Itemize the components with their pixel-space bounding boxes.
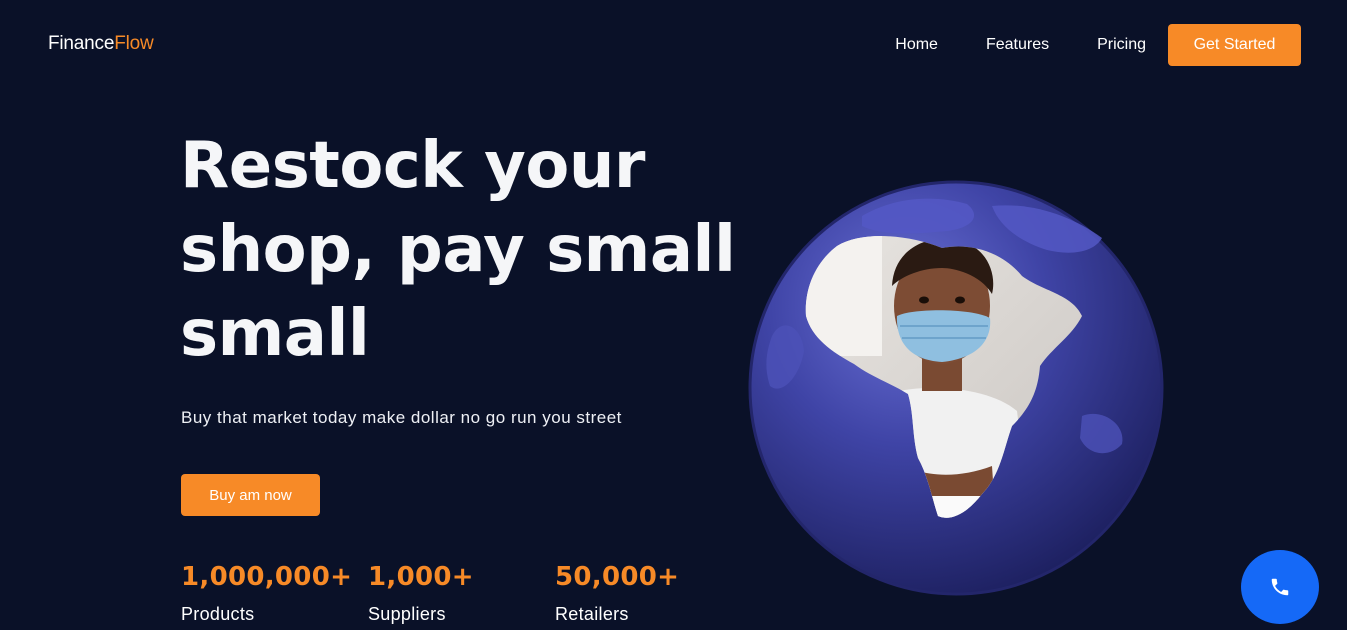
stat-suppliers: 1,000+ Suppliers [368, 562, 474, 625]
phone-icon [1271, 578, 1289, 596]
stat-value: 50,000+ [555, 562, 680, 592]
buy-now-button[interactable]: Buy am now [181, 474, 320, 516]
stat-retailers: 50,000+ Retailers [555, 562, 679, 625]
nav-item-home[interactable]: Home [895, 25, 938, 65]
call-button[interactable] [1241, 550, 1319, 624]
get-started-button[interactable]: Get Started [1168, 24, 1301, 66]
stat-label: Retailers [555, 604, 629, 624]
main-nav: Home Features Pricing Get Started [895, 24, 1301, 66]
hero-title: Restock your shop, pay small small [180, 124, 740, 376]
brand-name-primary: Finance [48, 33, 115, 54]
globe-illustration [748, 180, 1164, 596]
brand-name-accent: Flow [114, 33, 154, 54]
stat-label: Suppliers [368, 604, 446, 624]
stat-label: Products [181, 604, 255, 624]
nav-item-features[interactable]: Features [986, 25, 1049, 65]
stat-value: 1,000,000+ [181, 562, 353, 592]
nav-item-pricing[interactable]: Pricing [1097, 25, 1146, 65]
landing-page: FinanceFlow Home Features Pricing Get St… [0, 0, 1347, 630]
stat-value: 1,000+ [368, 562, 474, 592]
hero-title-line-2: shop, pay small [180, 213, 736, 287]
hero-title-line-1: Restock your [180, 129, 645, 203]
hero-subtitle: Buy that market today make dollar no go … [181, 408, 622, 427]
brand-logo[interactable]: FinanceFlow [48, 33, 154, 55]
stat-products: 1,000,000+ Products [181, 562, 352, 625]
hero-title-line-3: small [180, 297, 370, 371]
